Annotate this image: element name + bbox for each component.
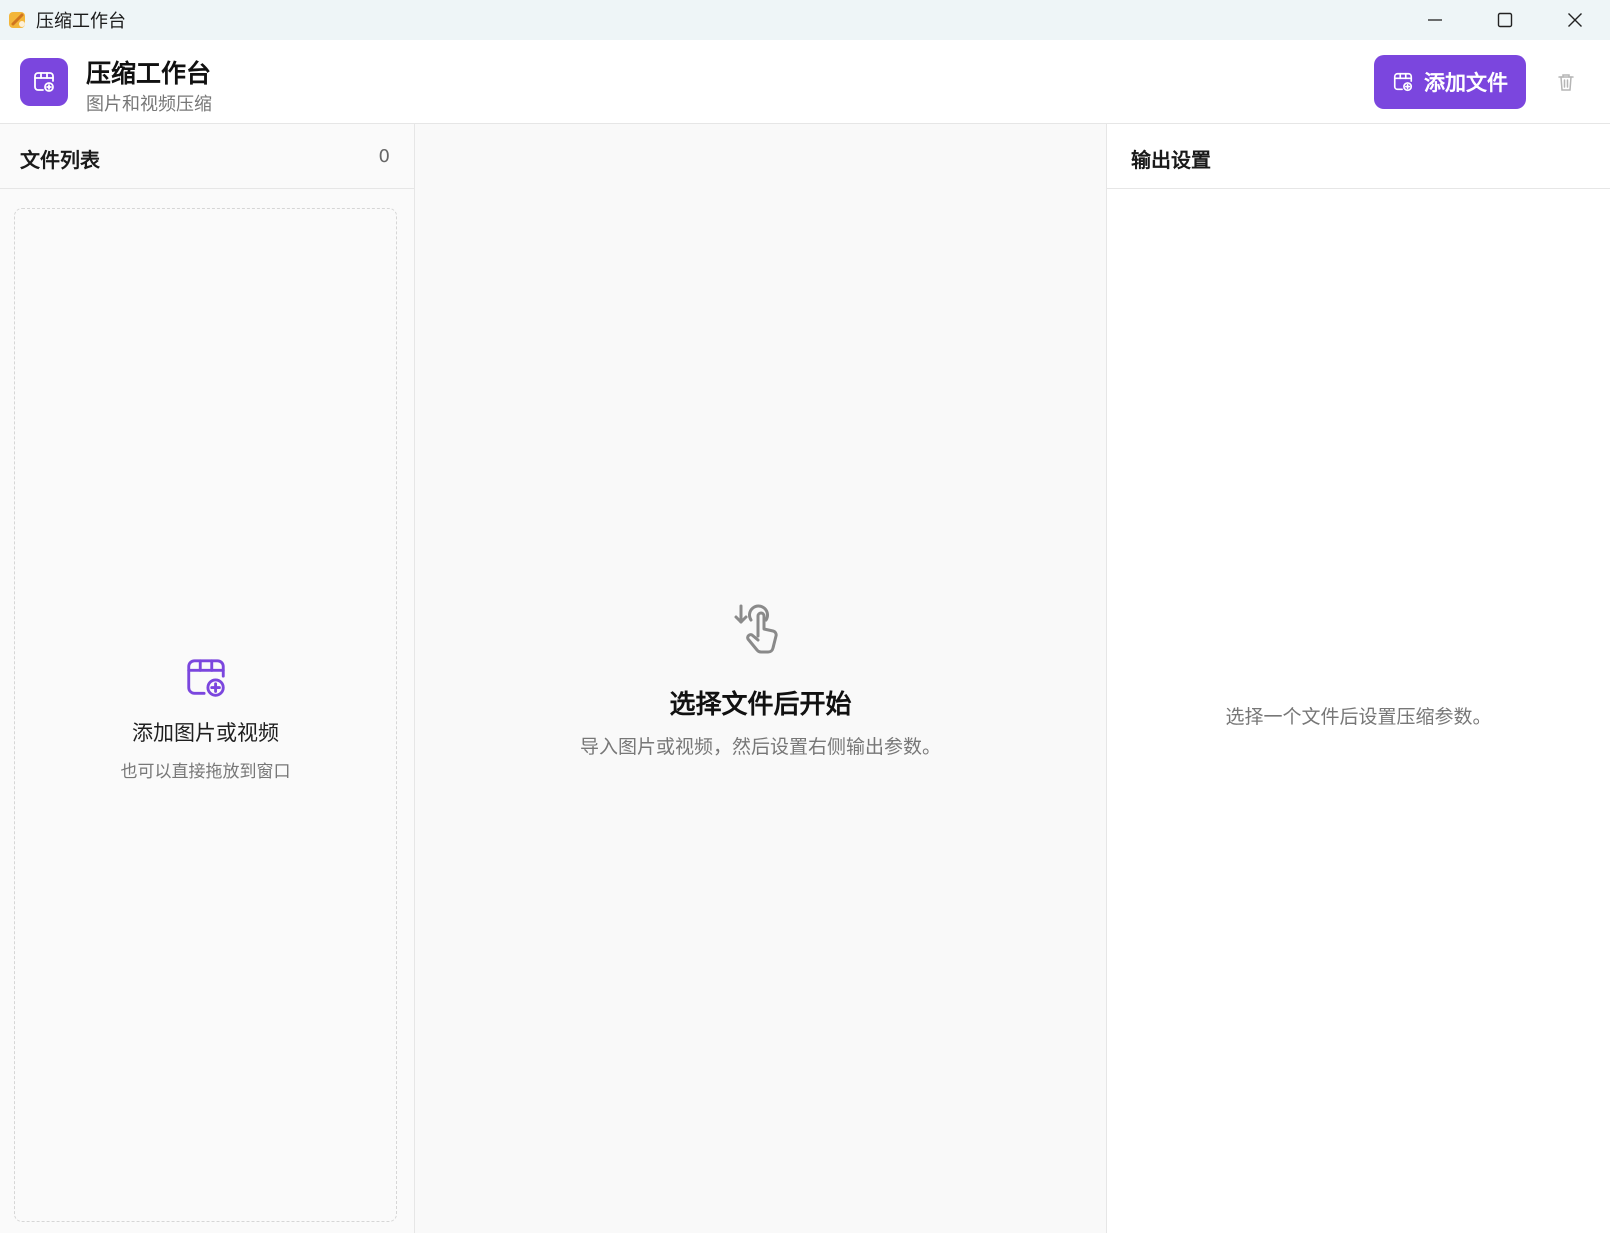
- file-count-badge: 0: [378, 146, 390, 167]
- close-icon: [1568, 13, 1582, 27]
- add-file-button[interactable]: 添加文件: [1374, 55, 1526, 109]
- output-settings-panel: 输出设置 选择一个文件后设置压缩参数。: [1106, 124, 1610, 1233]
- brand-logo: [20, 58, 68, 106]
- window-title: 压缩工作台: [36, 11, 126, 32]
- window-titlebar: 压缩工作台: [0, 0, 1610, 40]
- file-list-title: 文件列表: [20, 148, 100, 172]
- dropzone-title: 添加图片或视频: [132, 721, 279, 745]
- output-settings-title: 输出设置: [1131, 148, 1211, 172]
- file-list-header: 文件列表 0: [0, 124, 414, 189]
- minimize-icon: [1428, 19, 1442, 21]
- clear-all-button[interactable]: [1552, 68, 1580, 96]
- media-add-icon: [187, 659, 225, 697]
- empty-state-title: 选择文件后开始: [669, 690, 852, 720]
- media-add-icon: [1393, 72, 1413, 92]
- touch-drag-icon: [734, 604, 778, 654]
- minimize-button[interactable]: [1400, 0, 1470, 40]
- file-dropzone[interactable]: 添加图片或视频 也可以直接拖放到窗口: [14, 208, 397, 1222]
- add-file-label: 添加文件: [1424, 71, 1508, 95]
- dropzone-subtitle: 也可以直接拖放到窗口: [120, 762, 291, 782]
- file-list-panel: 文件列表 0 添加图片或视频 也可以直接拖放到窗口: [0, 124, 415, 1233]
- empty-state-subtitle: 导入图片或视频，然后设置右侧输出参数。: [579, 736, 941, 758]
- window-controls: [1400, 0, 1610, 40]
- app-subtitle: 图片和视频压缩: [86, 94, 212, 115]
- preview-panel: 选择文件后开始 导入图片或视频，然后设置右侧输出参数。: [415, 124, 1106, 1233]
- app-icon: [9, 12, 25, 28]
- maximize-icon: [1497, 12, 1513, 28]
- output-settings-empty-text: 选择一个文件后设置压缩参数。: [1225, 706, 1492, 728]
- app-header: 压缩工作台 图片和视频压缩 添加文件: [0, 40, 1610, 124]
- trash-icon: [1558, 74, 1574, 91]
- output-settings-header: 输出设置: [1107, 124, 1610, 189]
- app-title: 压缩工作台: [86, 59, 212, 88]
- media-add-icon: [34, 72, 54, 92]
- maximize-button[interactable]: [1470, 0, 1540, 40]
- close-button[interactable]: [1540, 0, 1610, 40]
